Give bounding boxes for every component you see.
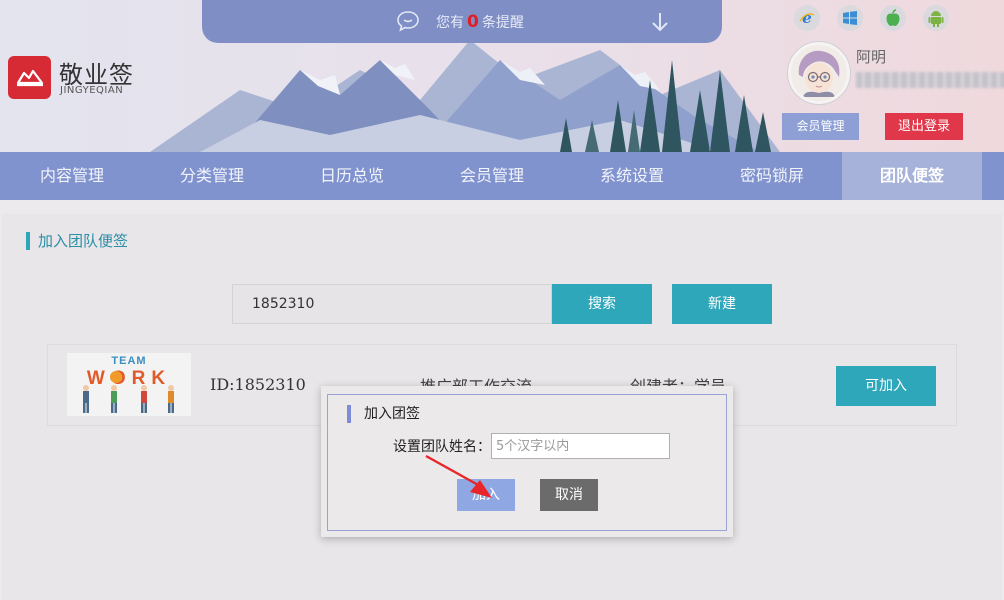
windows-icon[interactable] bbox=[837, 5, 863, 31]
team-logo-text-main: WORK bbox=[87, 368, 171, 389]
nav-item-members[interactable]: 会员管理 bbox=[422, 152, 562, 200]
nav-item-content[interactable]: 内容管理 bbox=[0, 152, 144, 200]
notification-prefix: 您有 bbox=[436, 15, 464, 31]
team-logo: TEAM WORK bbox=[67, 353, 191, 416]
apple-icon[interactable] bbox=[880, 5, 906, 31]
notification-text: 您有 0 条提醒 bbox=[436, 12, 524, 32]
can-join-button[interactable]: 可加入 bbox=[836, 366, 936, 406]
team-name-input[interactable] bbox=[491, 433, 670, 459]
nav-item-settings[interactable]: 系统设置 bbox=[562, 152, 702, 200]
search-button[interactable]: 搜索 bbox=[552, 284, 652, 324]
header: 敬业签 JINGYEQIAN 您有 0 条提醒 e 阿明 会员管理 退出登录 bbox=[0, 0, 1004, 152]
android-icon[interactable] bbox=[923, 5, 949, 31]
arrow-down-icon[interactable] bbox=[650, 10, 670, 34]
notification-count: 0 bbox=[467, 12, 479, 32]
logo-icon bbox=[16, 69, 43, 86]
team-id: ID:1852310 bbox=[210, 375, 306, 394]
notification-bar[interactable]: 您有 0 条提醒 bbox=[202, 0, 722, 43]
app-logo bbox=[8, 56, 51, 99]
cancel-button[interactable]: 取消 bbox=[540, 479, 598, 511]
team-logo-text-top: TEAM bbox=[111, 355, 146, 367]
avatar[interactable] bbox=[788, 42, 850, 104]
platform-icons: e bbox=[794, 5, 949, 31]
user-avatar-image bbox=[791, 45, 847, 101]
nav-item-lock-screen[interactable]: 密码锁屏 bbox=[702, 152, 842, 200]
dialog-title: 加入团签 bbox=[347, 405, 420, 423]
nav-item-calendar[interactable]: 日历总览 bbox=[282, 152, 422, 200]
notification-suffix: 条提醒 bbox=[481, 15, 524, 31]
nav-item-category[interactable]: 分类管理 bbox=[142, 152, 282, 200]
main-nav: 内容管理 分类管理 日历总览 会员管理 系统设置 密码锁屏 团队便签 bbox=[0, 152, 1004, 200]
teamwork-image: TEAM WORK bbox=[67, 353, 191, 416]
ie-icon[interactable]: e bbox=[794, 5, 820, 31]
team-search-input[interactable]: 1852310 bbox=[232, 284, 552, 324]
pointer-arrow-icon bbox=[425, 454, 492, 498]
member-management-button[interactable]: 会员管理 bbox=[782, 113, 859, 140]
brand-pinyin: JINGYEQIAN bbox=[60, 85, 124, 96]
chat-bubble-icon bbox=[397, 11, 419, 32]
new-team-button[interactable]: 新建 bbox=[672, 284, 772, 324]
account-id-redacted bbox=[856, 72, 1004, 88]
logout-button[interactable]: 退出登录 bbox=[885, 113, 963, 140]
page-title: 加入团队便签 bbox=[26, 232, 128, 250]
nav-item-team-notes[interactable]: 团队便签 bbox=[842, 152, 982, 200]
username: 阿明 bbox=[856, 48, 887, 66]
svg-text:e: e bbox=[802, 9, 812, 27]
